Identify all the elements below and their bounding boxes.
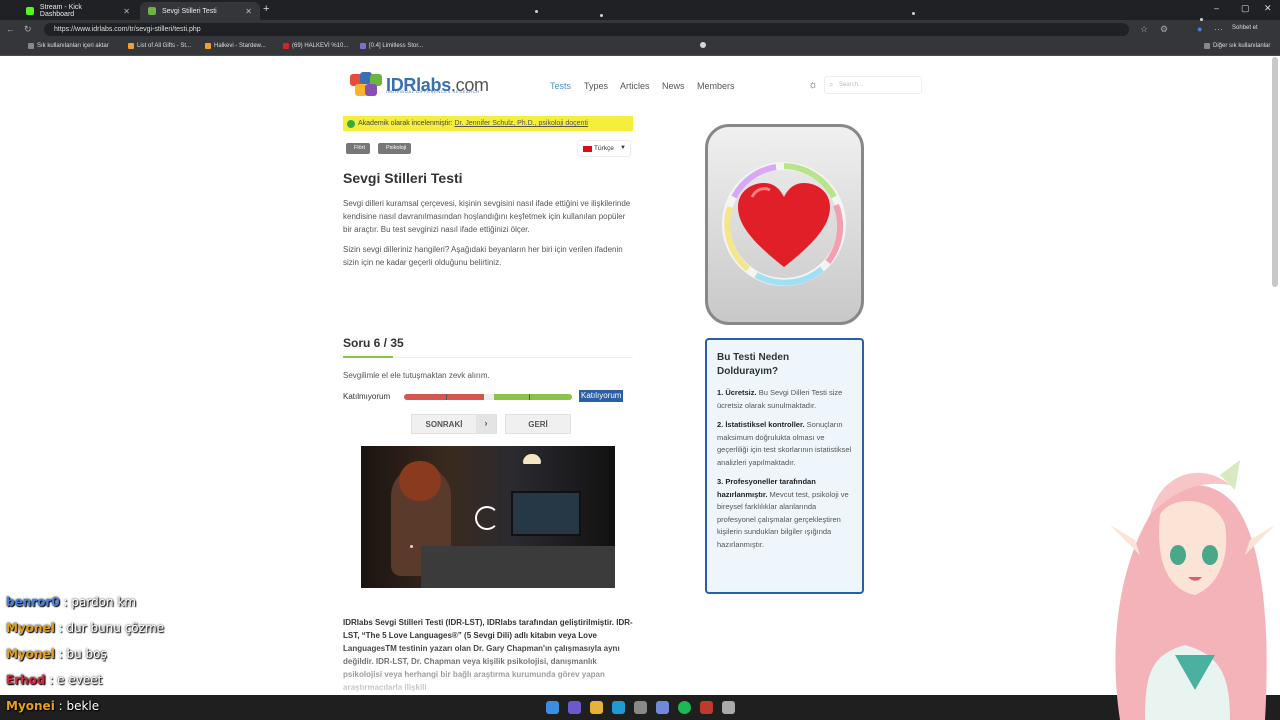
tag-psikoloji[interactable]: Psikoloji xyxy=(378,143,412,154)
folder-icon xyxy=(28,43,34,49)
bookmark-gifts[interactable]: List of All Gifts - St... xyxy=(128,43,191,49)
intro-paragraph: Sevgi dilleri kuramsal çerçevesi, kişini… xyxy=(343,199,631,234)
bookmark-import[interactable]: Sık kullanılanları içeri aktar xyxy=(28,43,109,49)
chat-message: Erhod : e eveet xyxy=(6,673,103,687)
sidebar-point: 2. İstatistiksel kontroller. Sonuçların … xyxy=(717,420,852,467)
browser-tab-strip: Stream - Kick Dashboard ✕ Sevgi Stilleri… xyxy=(0,0,1280,20)
instruction-paragraph: Sizin sevgi dilleriniz hangileri? Aşağıd… xyxy=(343,245,623,267)
bookmark-limitless[interactable]: [0.4] Limitless Stor... xyxy=(360,43,423,49)
logo-mark-icon xyxy=(350,72,382,98)
extensions-icon[interactable]: ⚙ xyxy=(1160,24,1168,35)
back-icon[interactable]: ← xyxy=(6,24,15,34)
copilot-icon[interactable] xyxy=(568,701,581,714)
search-input[interactable]: ⌕ Search... xyxy=(824,76,922,94)
youtube-icon xyxy=(283,43,289,49)
kick-icon xyxy=(26,7,34,15)
question-text: Sevgilimle el ele tutuşmaktan zevk alırı… xyxy=(343,371,490,380)
nav-articles[interactable]: Articles xyxy=(620,81,650,91)
chat-message: Myonel : bu boş xyxy=(6,647,107,661)
nav-members[interactable]: Members xyxy=(697,81,735,91)
theme-toggle-icon[interactable]: ☼ xyxy=(808,79,818,91)
logo-subtitle: INDIVIDUAL DIFFERENCES RESEARCH xyxy=(386,89,480,94)
copilot-chat-button[interactable]: Sohbet et xyxy=(1232,25,1258,31)
scrollbar[interactable] xyxy=(1272,57,1278,287)
back-button[interactable]: GERİ xyxy=(505,414,571,434)
why-take-test-box: Bu Testi Neden Doldurayım? 1. Ücretsiz. … xyxy=(705,338,864,594)
tag-flort[interactable]: Flört xyxy=(346,143,370,154)
idrlabs-favicon-icon xyxy=(148,7,156,15)
sidebar-point: 3. Profesyoneller tarafından hazırlanmış… xyxy=(717,477,849,549)
reviewer-link[interactable]: Dr. Jennifer Schulz, Ph.D., psikoloji do… xyxy=(455,120,588,127)
vtuber-avatar xyxy=(1110,460,1275,720)
sidebar-heading: Bu Testi Neden Doldurayım? xyxy=(717,352,790,377)
settings-icon[interactable] xyxy=(722,701,735,714)
agreement-slider[interactable] xyxy=(404,394,572,400)
bookmark-other[interactable]: Diğer sık kullanılanlar xyxy=(1204,43,1270,49)
close-icon[interactable]: ✕ xyxy=(123,7,130,16)
url-field[interactable]: https://www.idrlabs.com/tr/sevgi-stiller… xyxy=(44,23,1129,36)
chevron-down-icon: ▼ xyxy=(620,145,626,151)
bookmarks-bar: Sık kullanılanları içeri aktar List of A… xyxy=(0,39,1280,56)
disagree-label: Katılmıyorum xyxy=(343,392,391,401)
bookmark-favicon-icon xyxy=(205,43,211,49)
banner-text: Akademik olarak incelenmiştir: xyxy=(358,120,453,127)
heart-icon xyxy=(722,162,846,286)
turkey-flag-icon xyxy=(583,146,592,152)
tab-label: Stream - Kick Dashboard xyxy=(39,4,82,18)
question-counter: Soru 6 / 35 xyxy=(343,336,404,350)
tab-kick-dashboard[interactable]: Stream - Kick Dashboard ✕ xyxy=(18,2,138,20)
menu-icon[interactable]: ⋯ xyxy=(1214,24,1223,35)
close-window-button[interactable]: ✕ xyxy=(1264,3,1272,14)
site-logo[interactable]: IDRlabs.com xyxy=(350,72,489,98)
bookmark-halkevi[interactable]: Halkevi - Stardew... xyxy=(205,43,266,49)
sidebar-point: 1. Ücretsiz. Bu Sevgi Dilleri Testi size… xyxy=(717,388,843,410)
page-title: Sevgi Stilleri Testi xyxy=(343,170,463,186)
new-tab-button[interactable]: + xyxy=(263,3,269,15)
tab-label: Sevgi Stilleri Testi xyxy=(162,7,217,15)
progress-line xyxy=(343,356,633,358)
video-player[interactable] xyxy=(361,446,615,588)
store-icon[interactable] xyxy=(634,701,647,714)
taskbar xyxy=(0,695,1280,720)
app-icon[interactable] xyxy=(700,701,713,714)
spotify-icon[interactable] xyxy=(678,701,691,714)
edge-icon[interactable] xyxy=(612,701,625,714)
reload-icon[interactable]: ↻ xyxy=(24,24,32,35)
profile-icon[interactable]: ● xyxy=(1197,24,1202,34)
tab-sevgi-stilleri[interactable]: Sevgi Stilleri Testi ✕ xyxy=(140,2,260,20)
love-test-illustration xyxy=(705,124,864,325)
discord-icon[interactable] xyxy=(656,701,669,714)
check-icon xyxy=(347,120,355,128)
file-explorer-icon[interactable] xyxy=(590,701,603,714)
chevron-right-icon: › xyxy=(476,415,496,433)
loading-spinner-icon xyxy=(475,506,499,530)
minimize-button[interactable]: – xyxy=(1214,3,1219,13)
star-icon[interactable]: ☆ xyxy=(1140,24,1148,35)
page-content: IDRlabs.com INDIVIDUAL DIFFERENCES RESEA… xyxy=(0,57,1280,695)
agree-label: Katılıyorum xyxy=(579,390,624,402)
bookmark-favicon-icon xyxy=(128,43,134,49)
maximize-button[interactable]: ▢ xyxy=(1241,3,1250,14)
address-bar-row: ← ↻ https://www.idrlabs.com/tr/sevgi-sti… xyxy=(0,20,1280,39)
chat-message: Myonei : bekle xyxy=(6,699,100,713)
search-icon: ⌕ xyxy=(829,80,834,89)
nav-news[interactable]: News xyxy=(662,81,685,91)
windows-start-icon[interactable] xyxy=(546,701,559,714)
academic-review-banner: Akademik olarak incelenmiştir: Dr. Jenni… xyxy=(343,116,633,131)
folder-icon xyxy=(1204,43,1210,49)
next-button[interactable]: SONRAKİ › xyxy=(411,414,497,434)
language-select[interactable]: Türkçe ▼ xyxy=(577,140,631,157)
chat-message: benror0 : pardon km xyxy=(6,595,137,609)
nav-tests[interactable]: Tests xyxy=(550,81,571,91)
chat-message: Myonel : dur bunu çözme xyxy=(6,621,165,635)
bookmark-youtube[interactable]: (69) HALKEVİ %10... xyxy=(283,43,348,49)
nav-types[interactable]: Types xyxy=(584,81,608,91)
bookmark-favicon-icon xyxy=(360,43,366,49)
close-icon[interactable]: ✕ xyxy=(245,7,252,16)
